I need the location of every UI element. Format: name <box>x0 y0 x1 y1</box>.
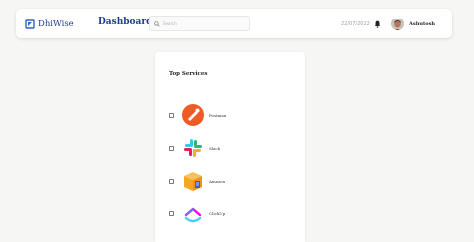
top-services-card: Top Services Postman Slack Amazon ClickU… <box>155 52 305 242</box>
service-checkbox[interactable] <box>169 112 174 118</box>
postman-icon <box>182 104 204 126</box>
search-input[interactable] <box>163 21 243 26</box>
bell-icon[interactable] <box>374 20 381 28</box>
clickup-icon <box>184 207 202 223</box>
service-item-postman[interactable]: Postman <box>169 104 289 126</box>
brand[interactable]: DhiWise <box>25 17 74 31</box>
service-item-amazon[interactable]: Amazon <box>169 170 289 192</box>
top-navbar: DhiWise Dashboard 22/07/2022 Ashutosh <box>16 9 452 38</box>
current-date: 22/07/2022 <box>341 21 370 27</box>
service-checkbox[interactable] <box>169 178 174 184</box>
slack-icon <box>184 139 202 157</box>
service-name: Amazon <box>209 178 226 184</box>
amazon-box-icon <box>184 172 202 191</box>
brand-name: DhiWise <box>38 19 74 29</box>
search-box[interactable] <box>149 16 250 31</box>
page-title: Dashboard <box>98 17 153 27</box>
service-checkbox[interactable] <box>169 210 174 216</box>
service-checkbox[interactable] <box>169 145 174 151</box>
search-icon <box>154 20 160 27</box>
service-item-slack[interactable]: Slack <box>169 137 289 159</box>
avatar-image <box>391 19 404 30</box>
service-name: Slack <box>209 145 221 151</box>
dhiwise-logo-icon <box>25 19 35 29</box>
service-name: Postman <box>209 112 227 118</box>
card-title: Top Services <box>169 71 208 77</box>
user-avatar[interactable] <box>391 17 404 30</box>
service-item-clickup[interactable]: ClickUp <box>169 202 289 224</box>
service-name: ClickUp <box>209 210 226 216</box>
username[interactable]: Ashutosh <box>409 21 435 27</box>
